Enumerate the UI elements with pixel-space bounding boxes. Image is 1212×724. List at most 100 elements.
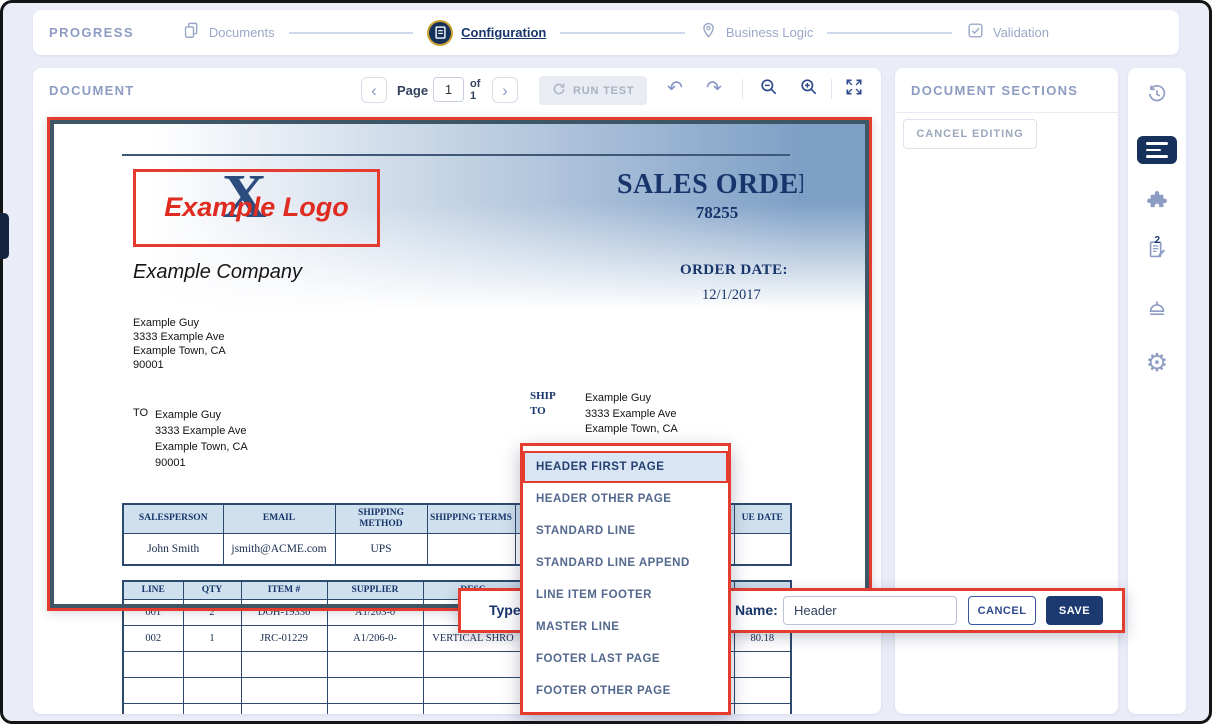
notes-count-badge: 2	[1154, 235, 1160, 246]
table-cell	[734, 677, 791, 703]
table-cell	[327, 703, 423, 714]
zoom-out-button[interactable]	[758, 78, 780, 100]
service-button[interactable]	[1128, 297, 1186, 327]
column-header: SHIPPING TERMS	[427, 504, 515, 533]
step-label: Configuration	[461, 25, 546, 40]
history-button[interactable]	[1128, 81, 1186, 111]
order-date-value: 12/1/2017	[702, 287, 761, 304]
step-validation[interactable]: Validation	[966, 21, 1049, 45]
left-panel-handle[interactable]	[0, 213, 9, 259]
documents-icon	[182, 21, 201, 45]
progress-connector	[289, 32, 414, 34]
chevron-right-icon: ›	[502, 81, 508, 100]
toolbar-divider	[742, 79, 743, 99]
table-cell	[734, 651, 791, 677]
column-header: SUPPLIER	[327, 581, 423, 599]
table-cell	[327, 677, 423, 703]
sales-order-title: SALES ORDER	[617, 169, 803, 205]
notes-button[interactable]: 2	[1128, 237, 1186, 267]
table-cell	[241, 703, 327, 714]
dropdown-item-footer-other-page[interactable]: FOOTER OTHER PAGE	[523, 675, 728, 707]
step-label: Validation	[993, 25, 1049, 40]
undo-button[interactable]: ↶	[664, 78, 686, 100]
page-next-button[interactable]: ›	[492, 77, 518, 103]
section-type-dropdown: HEADER FIRST PAGEHEADER OTHER PAGESTANDA…	[520, 443, 731, 715]
dropdown-item-standard-line[interactable]: STANDARD LINE	[523, 515, 728, 547]
table-cell: 1	[183, 625, 241, 651]
sections-button-selected[interactable]	[1137, 136, 1177, 164]
table-cell	[183, 651, 241, 677]
address-line: Example Guy	[133, 316, 226, 330]
document-panel-title: DOCUMENT	[49, 83, 135, 98]
table-cell	[427, 533, 515, 565]
puzzle-icon	[1146, 189, 1168, 216]
table-cell	[183, 677, 241, 703]
configuration-icon	[427, 20, 453, 46]
column-header: LINE	[123, 581, 183, 599]
table-cell: 2	[183, 599, 241, 625]
table-cell: DOH-19336	[241, 599, 327, 625]
page-label: Page	[397, 83, 428, 98]
redo-button[interactable]: ↷	[703, 78, 725, 100]
fullscreen-button[interactable]	[843, 78, 865, 100]
service-bell-icon	[1146, 299, 1168, 326]
table-cell: 002	[123, 625, 183, 651]
column-header: SHIPPING METHOD	[335, 504, 427, 533]
step-business-logic[interactable]: Business Logic	[699, 21, 813, 45]
dropdown-item-header-other-page[interactable]: HEADER OTHER PAGE	[523, 483, 728, 515]
dropdown-item-standard-line-append[interactable]: STANDARD LINE APPEND	[523, 547, 728, 579]
dropdown-item-line-item-footer[interactable]: LINE ITEM FOOTER	[523, 579, 728, 611]
page-number-input[interactable]	[433, 77, 464, 102]
header-rule	[122, 154, 790, 156]
undo-icon: ↶	[667, 79, 683, 99]
page-of: of 1	[470, 78, 480, 102]
step-documents[interactable]: Documents	[182, 21, 275, 45]
history-icon	[1146, 83, 1168, 110]
table-cell	[734, 533, 791, 565]
dropdown-item-header-first-page[interactable]: HEADER FIRST PAGE	[523, 451, 728, 483]
step-label: Business Logic	[726, 25, 813, 40]
table-cell: John Smith	[123, 533, 223, 565]
save-button[interactable]: SAVE	[1046, 596, 1103, 625]
zoom-in-icon	[799, 77, 819, 102]
cancel-editing-button[interactable]: CANCEL EDITING	[903, 119, 1037, 149]
table-cell: jsmith@ACME.com	[223, 533, 335, 565]
toolbar-divider	[831, 79, 832, 99]
integrations-button[interactable]	[1128, 187, 1186, 217]
progress-title: PROGRESS	[49, 25, 134, 40]
dropdown-item-footer-last-page[interactable]: FOOTER LAST PAGE	[523, 643, 728, 675]
progress-connector	[827, 32, 952, 34]
address-line: Example Town, CA	[155, 439, 248, 455]
step-label: Documents	[209, 25, 275, 40]
location-pin-icon	[699, 21, 718, 45]
table-cell: 001	[123, 599, 183, 625]
section-name-input[interactable]	[783, 596, 957, 625]
chevron-left-icon: ‹	[371, 81, 377, 100]
column-header: SALESPERSON	[123, 504, 223, 533]
page-prev-button[interactable]: ‹	[361, 77, 387, 103]
logo-text: Example Logo	[136, 192, 377, 223]
fullscreen-icon	[844, 77, 864, 102]
address-line: Example Guy	[155, 407, 248, 423]
zoom-in-button[interactable]	[798, 78, 820, 100]
to-address: Example Guy3333 Example AveExample Town,…	[155, 407, 248, 471]
settings-button[interactable]: ⚙	[1128, 348, 1186, 378]
sections-panel-title: DOCUMENT SECTIONS	[911, 83, 1078, 98]
column-header: UE DATE	[734, 504, 791, 533]
dropdown-item-master-line[interactable]: MASTER LINE	[523, 611, 728, 643]
zoom-out-icon	[759, 77, 779, 102]
address-line: 3333 Example Ave	[133, 330, 226, 344]
table-cell	[734, 703, 791, 714]
ship-to-address: Example Guy3333 Example AveExample Town,…	[585, 391, 678, 438]
column-header: EMAIL	[223, 504, 335, 533]
run-test-button[interactable]: RUN TEST	[539, 76, 647, 105]
table-cell	[327, 651, 423, 677]
cancel-button[interactable]: CANCEL	[968, 596, 1036, 625]
step-configuration[interactable]: Configuration	[427, 20, 546, 46]
to-label: TO	[133, 407, 148, 419]
sales-order-number: 78255	[672, 203, 762, 223]
right-icon-rail: 2 ⚙	[1128, 68, 1186, 714]
table-cell: A1/203-0	[327, 599, 423, 625]
table-cell	[123, 703, 183, 714]
ship-to-label: SHIP TO	[530, 389, 556, 419]
